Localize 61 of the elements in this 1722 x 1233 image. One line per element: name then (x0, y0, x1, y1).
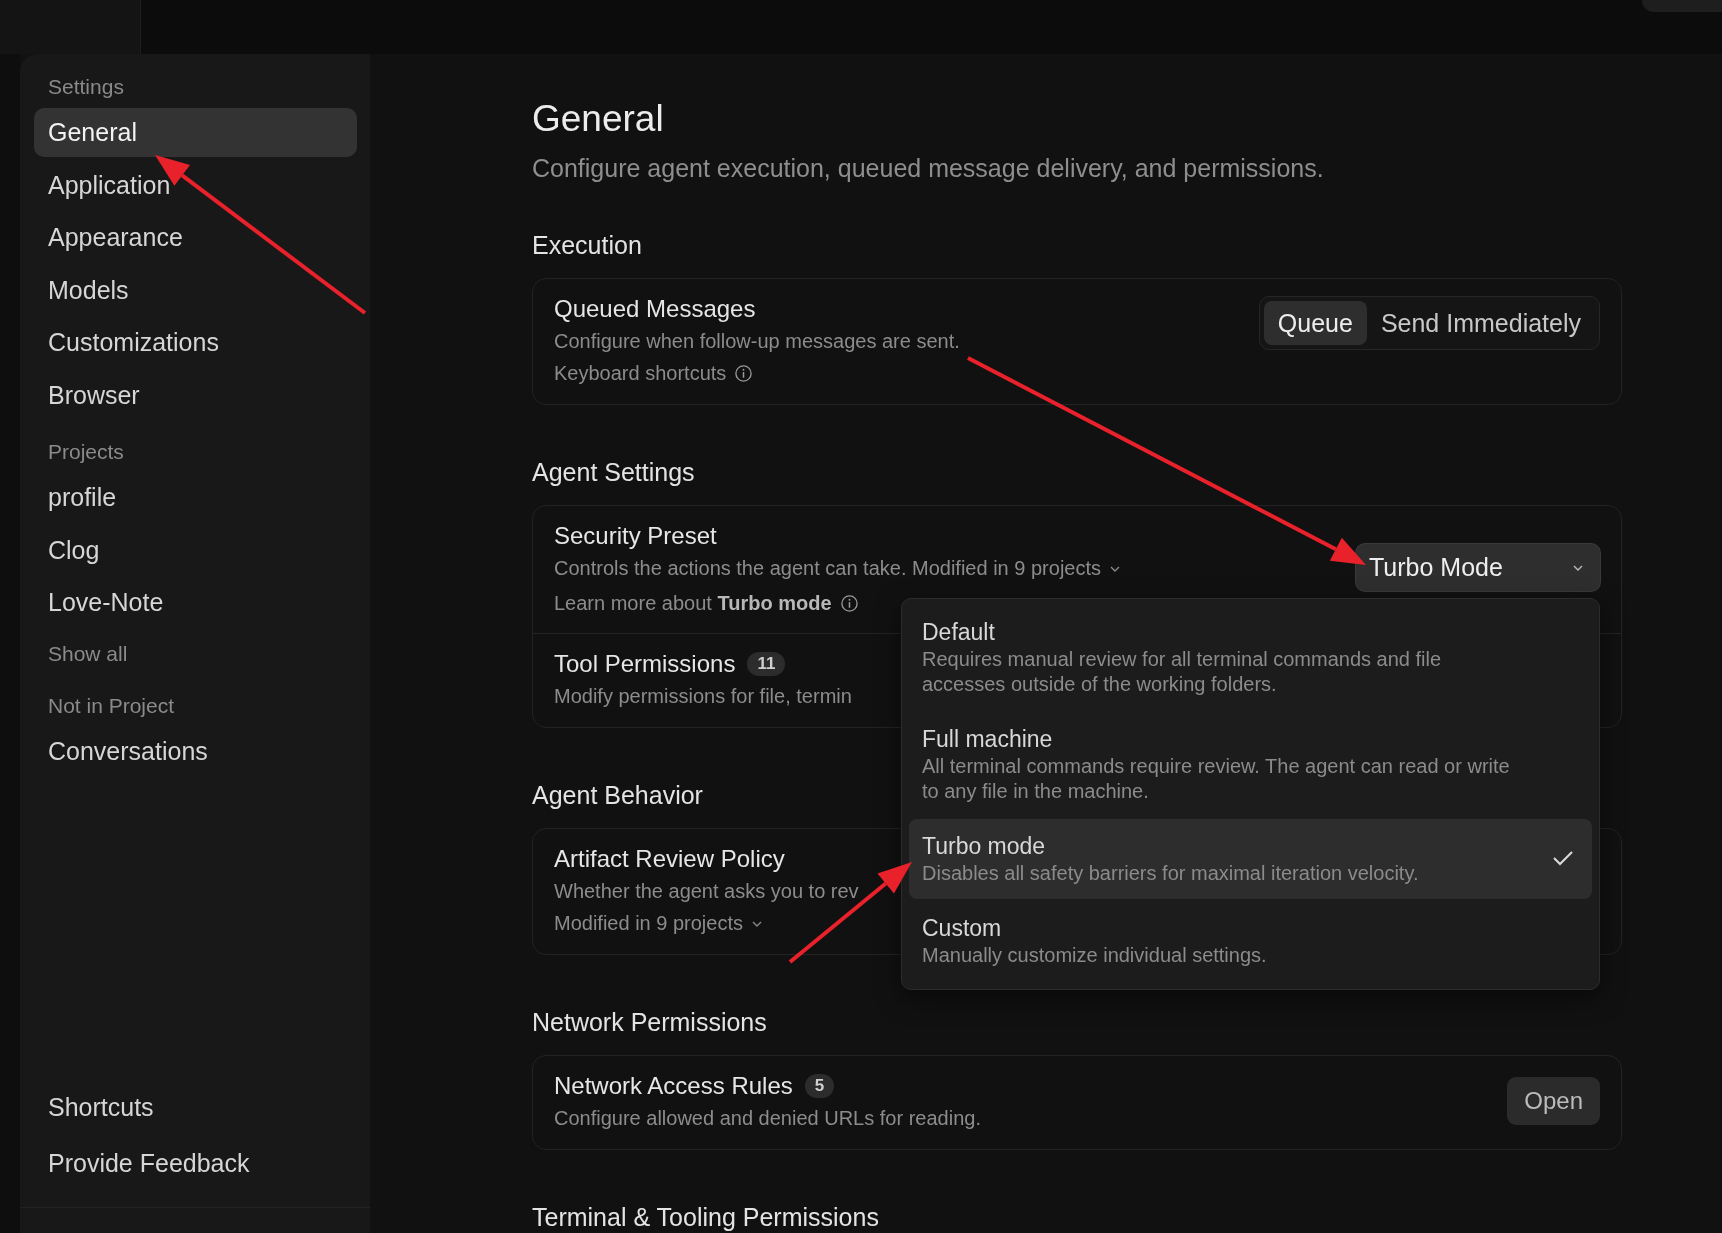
count-badge: 11 (747, 652, 786, 676)
chevron-down-icon (1572, 563, 1584, 572)
setting-title: Tool Permissions (554, 649, 736, 679)
shortcuts-link[interactable]: Keyboard shortcuts (554, 362, 727, 384)
section-heading: Agent Settings (532, 457, 695, 488)
nav-item[interactable]: Shortcuts (34, 1079, 357, 1135)
option-title: Custom (922, 914, 1002, 943)
section-heading: Network Permissions (532, 1007, 767, 1038)
nav-item[interactable]: General (34, 108, 357, 157)
setting-description: Configure allowed and denied URLs for reading. (554, 1106, 981, 1131)
section-label: Projects (47, 439, 125, 465)
nav-item[interactable]: Customizations (34, 318, 357, 367)
info-icon (734, 364, 754, 383)
nav-item[interactable]: Browser (34, 370, 357, 420)
section-label: Settings (47, 74, 125, 100)
setting-title: Artifact Review Policy (554, 844, 785, 874)
learn-more-text[interactable]: Learn more about Turbo mode (554, 592, 832, 614)
chevron-down-icon (751, 920, 763, 928)
info-icon (839, 594, 859, 613)
option-description: All terminal commands require review. The agent can read or write to any file in the machine. (922, 754, 1511, 804)
nav-item[interactable]: profile (34, 473, 357, 522)
setting-description: Whether the agent asks you to rev (554, 879, 859, 904)
nav-item[interactable]: Conversations (34, 726, 357, 776)
section-heading: Agent Behavior (532, 780, 703, 811)
nav-item[interactable]: Clog (34, 525, 357, 575)
setting-description: Modify permissions for file, termin (554, 684, 852, 709)
chevron-down-icon (1109, 565, 1121, 573)
open-button[interactable]: Open (1507, 1077, 1600, 1125)
menu-option[interactable]: Turbo mode Disables all safety barriers for maximal iteration velocity. (909, 819, 1592, 899)
segment-option[interactable]: Queue (1263, 301, 1367, 345)
nav-item[interactable]: Provide Feedback (34, 1135, 357, 1191)
option-title: Default (922, 618, 995, 647)
modified-link[interactable]: Modified in 9 projects (554, 912, 743, 934)
menu-option[interactable]: Custom Manually customize individual settings. (909, 901, 1592, 981)
option-title: Full machine (922, 725, 1053, 754)
menu-option[interactable]: Default Requires manual review for all terminal commands and file accesses outside of the working folders. (909, 605, 1592, 710)
check-icon (1552, 849, 1574, 867)
section-heading: Execution (532, 230, 642, 261)
section-heading: Terminal & Tooling Permissions (532, 1202, 879, 1233)
section-label: Not in Project (47, 692, 176, 719)
option-description: Requires manual review for all terminal commands and file accesses outside of the working folders. (922, 647, 1443, 697)
modified-link[interactable]: Modified in 9 projects (912, 557, 1101, 579)
setting-title: Network Access Rules (554, 1071, 793, 1101)
menu-option[interactable]: Full machine All terminal commands require review. The agent can read or write to any file in the machine. (909, 712, 1592, 817)
nav-item[interactable]: Models (34, 265, 357, 315)
option-title: Turbo mode (922, 832, 1046, 861)
page-subtitle: Configure agent execution, queued message delivery, and permissions. (532, 153, 1325, 184)
setting-description: Controls the actions the agent can take. (554, 557, 907, 579)
setting-title: Security Preset (554, 521, 717, 551)
count-badge: 5 (804, 1074, 835, 1098)
preset-dropdown[interactable]: Turbo Mode (1356, 544, 1600, 591)
page-title: General (532, 97, 665, 141)
option-description: Disables all safety barriers for maximal iteration velocity. (922, 861, 1420, 886)
show-all-link[interactable]: Show all (34, 630, 357, 677)
setting-description: Configure when follow-up messages are sent. (554, 329, 960, 354)
setting-title: Queued Messages (554, 294, 756, 324)
nav-item[interactable]: Application (34, 160, 357, 210)
nav-item[interactable]: Love-Note (34, 578, 357, 627)
nav-item[interactable]: Appearance (34, 213, 357, 262)
segment-option[interactable]: Send Immediately (1366, 301, 1595, 345)
option-description: Manually customize individual settings. (922, 943, 1268, 968)
